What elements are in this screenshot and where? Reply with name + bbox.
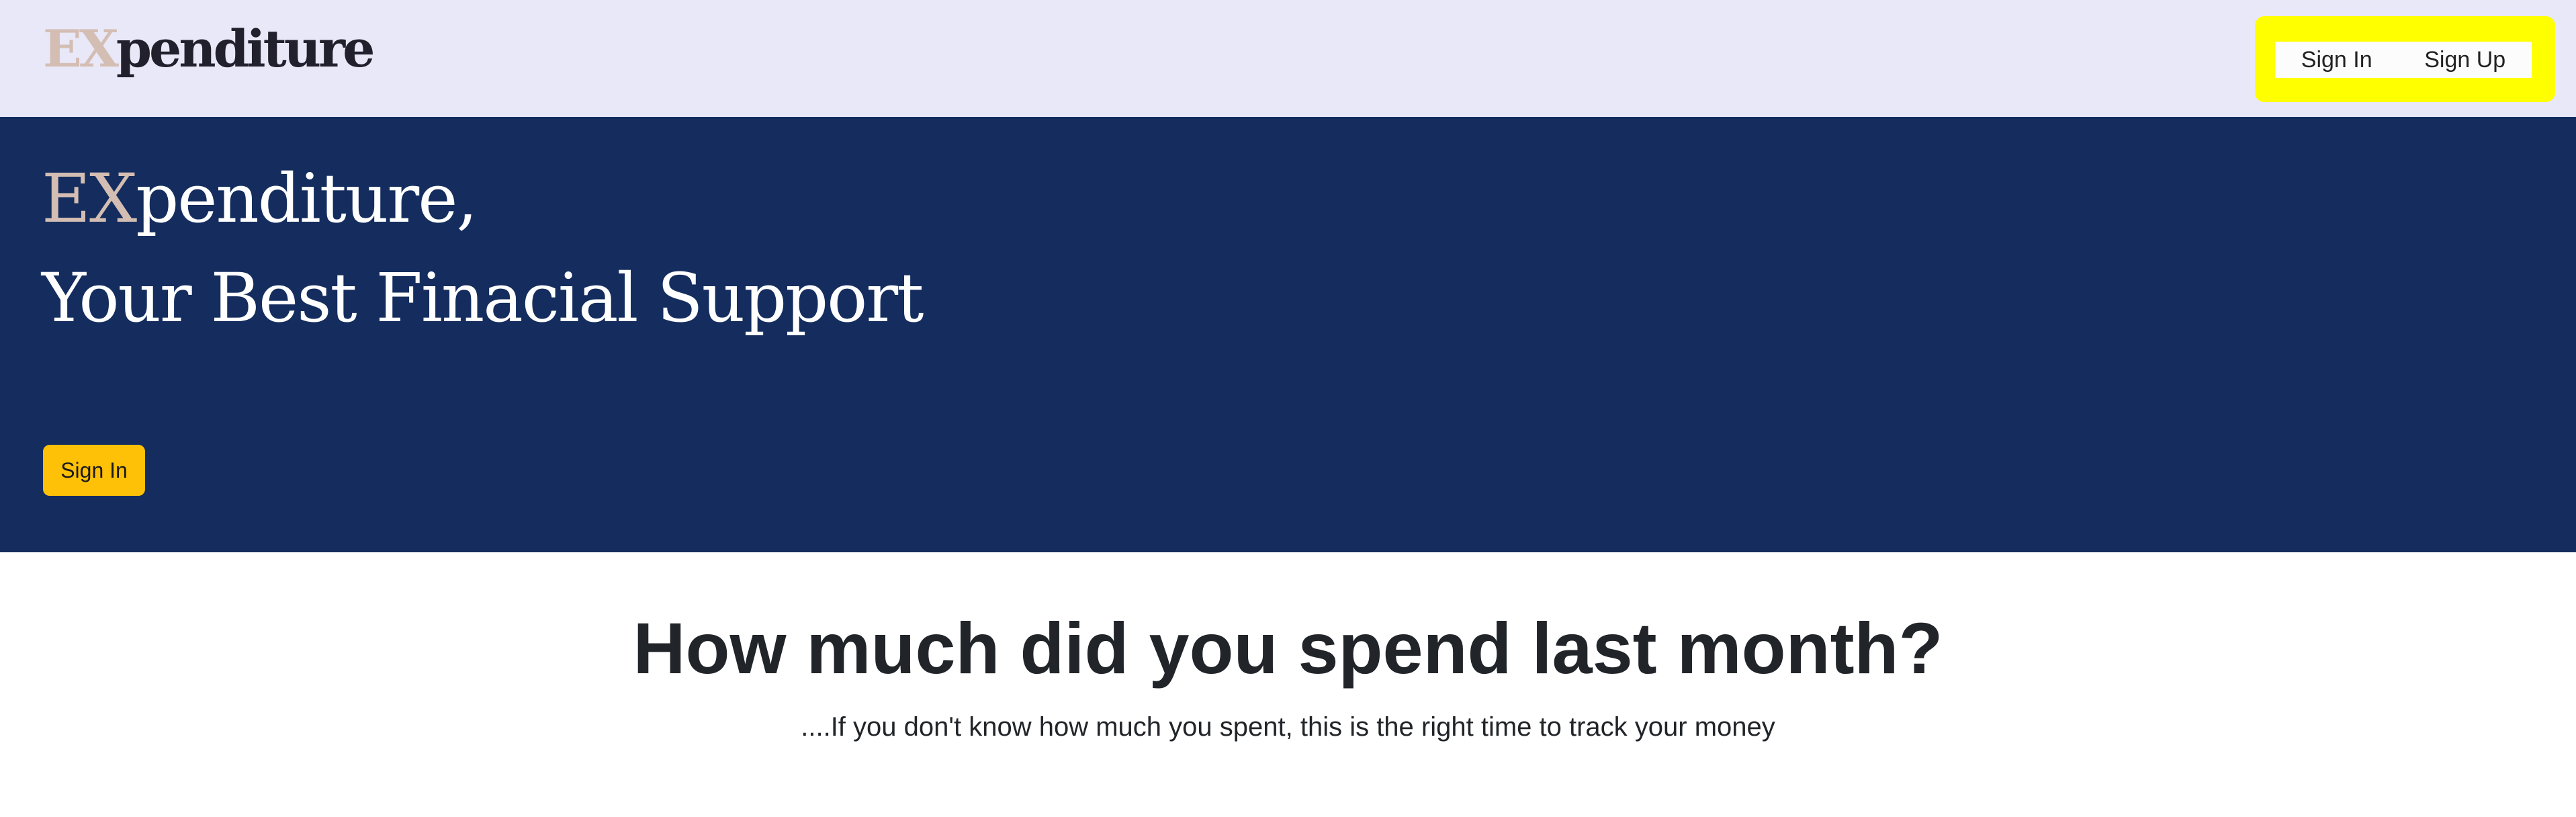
navbar: EXpenditure Sign In Sign Up — [0, 0, 2576, 117]
hero-section: EXpenditure, Your Best Finacial Support … — [0, 117, 2576, 552]
nav-sign-up-button[interactable]: Sign Up — [2424, 47, 2505, 73]
nav-sign-in-button[interactable]: Sign In — [2301, 47, 2372, 73]
hero-title-suffix: penditure, — [136, 159, 478, 238]
auth-buttons-highlight: Sign In Sign Up — [2255, 16, 2555, 102]
page-headline: How much did you spend last month? — [633, 607, 1943, 689]
page-subheadline: ....If you don't know how much you spent… — [801, 712, 1775, 742]
logo-suffix: penditure — [116, 19, 375, 79]
auth-buttons-group: Sign In Sign Up — [2275, 42, 2532, 78]
hero-title-prefix: EX — [42, 159, 137, 238]
brand-logo[interactable]: EXpenditure — [43, 12, 375, 86]
logo-prefix: EX — [43, 19, 119, 79]
hero-sign-in-button[interactable]: Sign In — [43, 445, 145, 496]
hero-title-line1: EXpenditure, — [42, 159, 478, 239]
hero-title-line2: Your Best Finacial Support — [42, 259, 924, 337]
